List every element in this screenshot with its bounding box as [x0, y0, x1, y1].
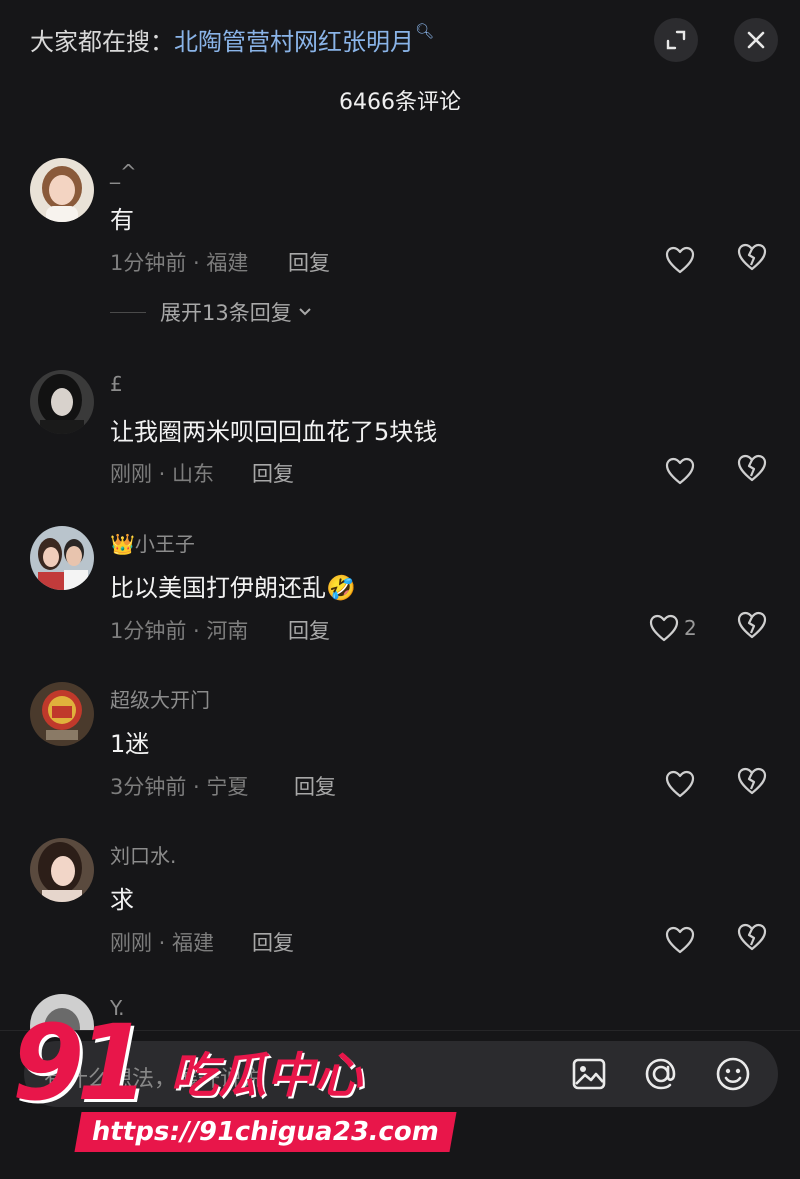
broken-heart-icon — [737, 243, 767, 271]
smiley-icon — [716, 1057, 750, 1091]
reply-button[interactable]: 回复 — [288, 615, 330, 645]
like-button[interactable] — [664, 453, 700, 489]
crown-icon: 👑 — [110, 532, 135, 556]
watermark-title: 吃瓜中心 — [170, 1048, 363, 1104]
mention-button[interactable] — [642, 1055, 680, 1093]
heart-icon — [649, 614, 679, 642]
divider — [110, 311, 146, 313]
watermark-logo: 91 — [12, 1002, 149, 1124]
dislike-button[interactable] — [736, 922, 772, 958]
top-bar: 大家都在搜：北陶管营村网红张明月🔍︎ — [0, 0, 800, 80]
dislike-button[interactable] — [736, 453, 772, 489]
search-icon: 🔍︎ — [415, 22, 435, 40]
heart-icon — [665, 457, 695, 485]
avatar[interactable] — [30, 682, 94, 746]
search-prefix: 大家都在搜： — [30, 28, 174, 56]
broken-heart-icon — [737, 767, 767, 795]
search-keyword-link[interactable]: 北陶管营村网红张明月 — [174, 28, 414, 56]
dislike-button[interactable] — [736, 610, 772, 646]
comment-text: 让我圈两米呗回回血花了5块钱 — [110, 418, 438, 446]
avatar[interactable] — [30, 370, 94, 434]
watermark-url: https://91chigua23.com — [74, 1112, 457, 1152]
like-button[interactable] — [664, 242, 700, 278]
close-button[interactable] — [734, 18, 778, 62]
like-count: 2 — [684, 616, 697, 640]
username[interactable]: _^ — [110, 160, 137, 184]
reply-button[interactable]: 回复 — [252, 927, 294, 957]
broken-heart-icon — [737, 454, 767, 482]
expand-replies-button[interactable]: 展开13条回复 — [110, 297, 314, 327]
comment-meta: 1分钟前 · 福建 — [110, 251, 249, 275]
image-button[interactable] — [570, 1055, 608, 1093]
avatar[interactable] — [30, 158, 94, 222]
expand-replies-label: 展开13条回复 — [160, 301, 292, 325]
username[interactable]: 刘口水. — [110, 840, 176, 869]
avatar[interactable] — [30, 838, 94, 902]
avatar[interactable] — [30, 526, 94, 590]
like-button[interactable] — [664, 922, 700, 958]
heart-icon — [665, 770, 695, 798]
comment-meta: 3分钟前 · 宁夏 — [110, 775, 249, 799]
chevron-down-icon — [299, 308, 311, 316]
comment-text: 比以美国打伊朗还乱🤣 — [110, 574, 356, 602]
image-icon — [572, 1058, 606, 1090]
comment-text: 1迷 — [110, 730, 150, 758]
comment-meta: 刚刚 · 山东 — [110, 462, 215, 486]
like-button[interactable]: 2 — [648, 610, 708, 646]
like-button[interactable] — [664, 766, 700, 802]
emoji-button[interactable] — [714, 1055, 752, 1093]
search-suggestion[interactable]: 大家都在搜：北陶管营村网红张明月🔍︎ — [30, 22, 434, 57]
username[interactable]: 👑小王子 — [110, 528, 195, 557]
dislike-button[interactable] — [736, 766, 772, 802]
comment-meta: 刚刚 · 福建 — [110, 931, 215, 955]
comment-text: 有 — [110, 206, 134, 234]
broken-heart-icon — [737, 923, 767, 951]
expand-button[interactable] — [654, 18, 698, 62]
username[interactable]: 超级大开门 — [110, 684, 210, 713]
reply-button[interactable]: 回复 — [252, 458, 294, 488]
comment-count: 6466条评论 — [339, 90, 461, 115]
dislike-button[interactable] — [736, 242, 772, 278]
expand-icon — [666, 30, 686, 50]
close-icon — [747, 31, 765, 49]
heart-icon — [665, 246, 695, 274]
comment-text: 求 — [110, 886, 134, 914]
broken-heart-icon — [737, 611, 767, 639]
reply-button[interactable]: 回复 — [288, 247, 330, 277]
comment-meta: 1分钟前 · 河南 — [110, 619, 249, 643]
at-icon — [645, 1058, 676, 1090]
heart-icon — [665, 926, 695, 954]
reply-button[interactable]: 回复 — [294, 771, 336, 801]
username[interactable]: £ — [110, 372, 123, 396]
laughing-crying-emoji-icon: 🤣 — [326, 574, 356, 602]
